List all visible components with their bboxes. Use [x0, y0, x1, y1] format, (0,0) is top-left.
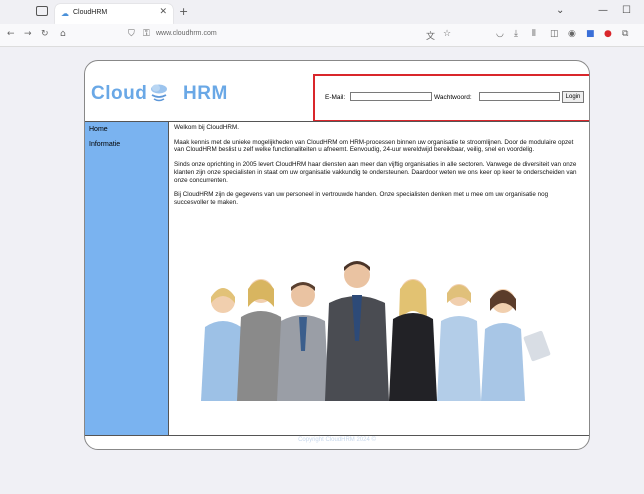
reload-icon[interactable]: ↻ [41, 29, 49, 39]
password-label: Wachtwoord: [434, 94, 472, 101]
menu-item-home[interactable]: Home [89, 126, 108, 133]
tab-title: CloudHRM [73, 9, 108, 16]
login-button[interactable]: Login [562, 91, 584, 103]
menu-item-informatie[interactable]: Informatie [89, 141, 120, 148]
account-icon[interactable]: ◉ [568, 29, 576, 39]
login-form: E-Mail: Wachtwoord: Login [313, 74, 589, 122]
logo-text-cloud: Cloud [91, 83, 148, 104]
maximize-icon[interactable]: ☐ [622, 5, 631, 16]
main-content: Welkom bij CloudHRM. Maak kennis met de … [174, 124, 584, 214]
browser-nav-bar: ← → ↻ ⌂ ⛉ ⚿ www.cloudhrm.com 文 ☆ ◡ ⤓ ⫴ ◫… [0, 24, 644, 47]
history-paragraph: Sinds onze oprichting in 2005 levert Clo… [174, 161, 577, 184]
footer-divider [85, 435, 589, 436]
person-7 [481, 289, 551, 401]
close-tab-icon[interactable]: ✕ [159, 7, 167, 17]
cloud-favicon-icon: ☁ [61, 9, 69, 18]
team-photo [201, 261, 551, 401]
page-viewport: Cloud HRM E-Mail: Wachtwoord: Login Home… [0, 47, 644, 494]
extension-icon[interactable]: ■ [586, 29, 595, 39]
footer-copyright: Copyright CloudHRM 2024 © [298, 437, 376, 443]
chevron-down-icon[interactable]: ⌄ [556, 5, 564, 16]
email-label: E-Mail: [325, 94, 346, 101]
back-icon[interactable]: ← [7, 29, 15, 39]
tab-overview-icon[interactable] [36, 6, 48, 16]
forward-icon[interactable]: → [24, 29, 32, 39]
pocket-icon[interactable]: ◡ [496, 29, 504, 39]
person-4 [325, 261, 389, 401]
lock-icon[interactable]: ⚿ [143, 29, 150, 39]
site-header: Cloud HRM E-Mail: Wachtwoord: Login [85, 61, 589, 122]
person-3 [277, 282, 329, 401]
extensions-puzzle-icon[interactable]: ⧉ [622, 29, 628, 39]
person-2 [237, 279, 285, 401]
address-bar[interactable]: www.cloudhrm.com [156, 30, 217, 37]
intro-paragraph: Maak kennis met de unieke mogelijkheden … [174, 138, 574, 154]
person-6 [437, 284, 481, 401]
new-tab-icon[interactable]: + [179, 5, 188, 18]
shield-icon[interactable]: ⛉ [128, 29, 135, 39]
cloud-logo-icon [151, 84, 167, 102]
trust-paragraph: Bij CloudHRM zijn de gegevens van uw per… [174, 191, 549, 206]
site-logo[interactable]: Cloud HRM [91, 83, 227, 105]
logo-text-hrm: HRM [183, 83, 228, 104]
sidebar-icon[interactable]: ◫ [550, 29, 559, 39]
browser-tab[interactable]: ☁ CloudHRM ✕ [55, 4, 173, 24]
home-icon[interactable]: ⌂ [60, 29, 66, 39]
welcome-text: Welkom bij CloudHRM. [174, 124, 239, 131]
browser-tab-bar: ☁ CloudHRM ✕ + ⌄ — ☐ [0, 0, 644, 24]
side-menu: Home Informatie [85, 122, 169, 435]
translate-icon[interactable]: 文 [426, 29, 435, 42]
site-frame: Cloud HRM E-Mail: Wachtwoord: Login Home… [84, 60, 590, 450]
email-field[interactable] [350, 92, 432, 101]
password-field[interactable] [479, 92, 560, 101]
minimize-icon[interactable]: — [598, 5, 608, 16]
person-5 [389, 279, 437, 401]
download-icon[interactable]: ⤓ [514, 29, 518, 39]
library-icon[interactable]: ⫴ [532, 29, 536, 39]
bookmark-star-icon[interactable]: ☆ [443, 29, 451, 39]
addon-icon[interactable]: ● [604, 29, 612, 39]
